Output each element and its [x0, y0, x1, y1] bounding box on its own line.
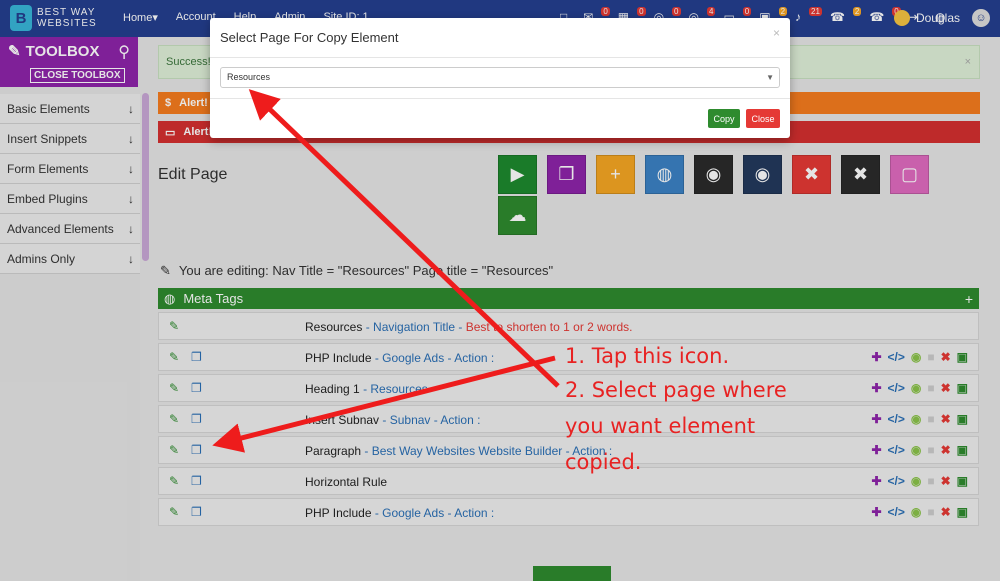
step-1-text: 1. Tap this icon. — [565, 344, 730, 368]
step-2-line-2: you want element — [565, 414, 756, 438]
arrow-to-copy-icon — [212, 355, 556, 453]
arrow-to-page-select — [248, 89, 560, 388]
step-2-line-3: copied. — [565, 450, 642, 474]
step-2-line-1: 2. Select page where — [565, 378, 787, 402]
annotation-arrows — [212, 89, 560, 453]
